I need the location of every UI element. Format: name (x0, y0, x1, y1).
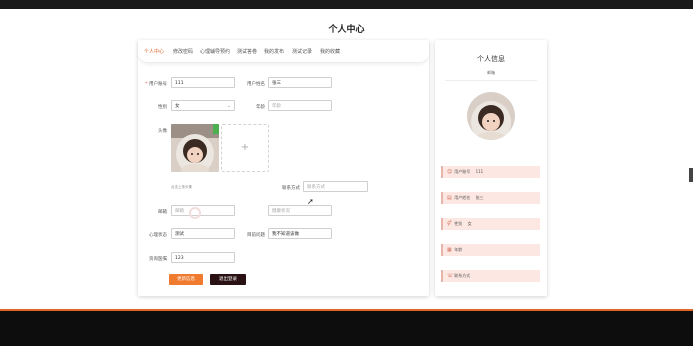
mouse-cursor-icon: ➚ (307, 197, 314, 206)
trouble-input[interactable]: 我不知道该做 (268, 228, 332, 239)
email-input[interactable]: 邮箱 (171, 205, 235, 216)
gender-icon: ⚥ (447, 221, 452, 227)
page-title: 个人中心 (328, 25, 365, 35)
advisor-input[interactable]: 123 (171, 252, 235, 263)
profile-subtitle: 邮箱 (487, 70, 495, 75)
gender-value: 女 (175, 104, 180, 109)
contact-label: 联系方式 (282, 186, 300, 191)
tab-personal-center[interactable]: 个人中心 (144, 48, 164, 55)
name-label: 用户姓名 (247, 82, 265, 87)
info-item-username: ☺ 用户账号 111 (441, 166, 540, 178)
tab-test-answers[interactable]: 测试答卷 (237, 48, 257, 55)
tab-my-posts[interactable]: 我的发布 (264, 48, 284, 55)
tab-test-records[interactable]: 测试记录 (292, 48, 312, 55)
avatar-upload-hint: 点击上传头像 (171, 185, 192, 189)
info-item-contact: ☏ 联系方式 (441, 270, 540, 282)
profile-info-card: 个人信息 邮箱 ☺ 用户账号 111 ▤ 用户姓名 张三 ⚥ 性别 女 ▦ 年龄… (435, 40, 547, 296)
mental-input[interactable]: 测试 (171, 228, 235, 239)
avatar-image[interactable] (171, 124, 219, 172)
scrollbar-thumb[interactable] (689, 168, 693, 182)
plus-icon: + (240, 142, 250, 153)
loading-indicator (189, 207, 201, 219)
trouble-label: 目前问题 (247, 233, 265, 238)
health-input[interactable]: 健康状况 (268, 205, 332, 216)
avatar-photo-icon (467, 92, 515, 140)
username-input[interactable]: 111 (171, 77, 235, 88)
divider (445, 80, 537, 81)
user-icon: ☺ (447, 169, 453, 175)
profile-avatar (467, 92, 515, 140)
footer (0, 311, 693, 346)
info-item-gender: ⚥ 性别 女 (441, 218, 540, 230)
tab-bar: 个人中心 修改密码 心理辅导预约 测试答卷 我的发布 测试记录 我的收藏 (138, 40, 429, 63)
profile-form-card: 个人中心 修改密码 心理辅导预约 测试答卷 我的发布 测试记录 我的收藏 * 用… (138, 40, 429, 296)
gender-select[interactable]: 女 ⌄ (171, 100, 235, 111)
advisor-label: 资询医嘱 (149, 257, 167, 262)
email-label: 邮箱 (158, 210, 167, 215)
calendar-icon: ▦ (447, 247, 452, 253)
name-input[interactable]: 张三 (268, 77, 332, 88)
update-info-button[interactable]: 更新信息 (169, 274, 203, 285)
avatar-photo-icon (171, 124, 219, 172)
mental-label: 心理状态 (149, 233, 167, 238)
tab-change-password[interactable]: 修改密码 (173, 48, 193, 55)
age-input[interactable]: 年龄 (268, 100, 332, 111)
logout-button[interactable]: 退出登录 (210, 274, 246, 285)
info-item-age: ▦ 年龄 (441, 244, 540, 256)
top-bar (0, 0, 693, 9)
tab-my-favorites[interactable]: 我的收藏 (320, 48, 340, 55)
profile-title: 个人信息 (477, 55, 505, 63)
chevron-down-icon: ⌄ (226, 103, 231, 109)
username-label: * 用户账号 (145, 82, 167, 87)
info-item-name: ▤ 用户姓名 张三 (441, 192, 540, 204)
avatar-upload-button[interactable]: + (221, 124, 269, 172)
gender-label: 性别 (158, 105, 167, 110)
id-card-icon: ▤ (447, 195, 452, 201)
contact-icon: ☏ (447, 273, 454, 279)
tab-counseling-appointment[interactable]: 心理辅导预约 (200, 48, 230, 55)
contact-input[interactable]: 联系方式 (303, 181, 368, 192)
age-label: 年龄 (256, 105, 265, 110)
avatar-label: 头像 (158, 129, 167, 134)
